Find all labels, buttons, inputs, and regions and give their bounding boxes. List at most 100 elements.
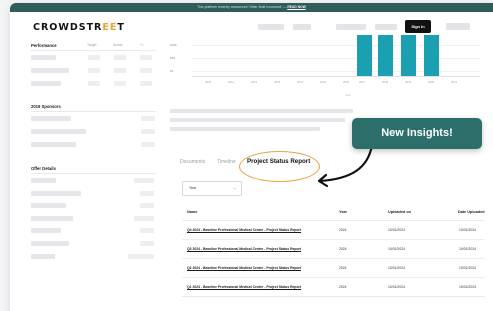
divider: [31, 111, 156, 112]
performance-col-target: Target: [87, 43, 97, 47]
performance-value: [88, 55, 100, 60]
sponsor-row-label: [31, 116, 71, 121]
logo-text-start: CROWDSTR: [33, 22, 103, 33]
row-uploaded-on: 10/01/2024: [388, 285, 405, 289]
chart-bar: [424, 35, 439, 76]
year-filter-select[interactable]: Year ⌄: [182, 181, 242, 196]
account-menu-placeholder[interactable]: [446, 23, 470, 30]
row-date-uploaded: 10/01/2024: [459, 228, 476, 232]
sponsor-row-value: [141, 116, 155, 121]
chart-xlabel: Year: [345, 93, 351, 97]
tab-timeline[interactable]: Timeline: [217, 159, 236, 165]
logo-text-accent: EE: [102, 22, 118, 33]
offer-row-label: [31, 216, 73, 221]
nav-item-placeholder[interactable]: [293, 24, 311, 30]
row-year: 2024: [339, 266, 347, 270]
performance-row-label: [31, 55, 56, 60]
logo[interactable]: CROWDSTREET: [33, 22, 125, 33]
sponsors-title: 2019 Sponsors: [31, 104, 61, 109]
offer-row-value: [140, 241, 154, 246]
logo-text-end: T: [117, 22, 125, 33]
divider: [31, 50, 156, 51]
chart-ytick: $$$$: [170, 43, 177, 47]
performance-row-label: [31, 81, 61, 86]
new-insights-callout: New Insights!: [352, 118, 482, 149]
offer-row-value: [140, 191, 154, 196]
row-date-uploaded: 10/01/2024: [459, 247, 476, 251]
chart-xtick: 2017: [359, 80, 366, 84]
performance-value: [88, 81, 100, 86]
row-uploaded-on: 10/01/2024: [388, 228, 405, 232]
row-date-uploaded: 10/01/2024: [459, 285, 476, 289]
row-year: 2024: [339, 228, 347, 232]
sponsor-row-value: [141, 142, 155, 147]
chart-xtick: 2020: [428, 80, 435, 84]
offer-row-label: [31, 228, 61, 233]
banner-text: This platform recently announced 'Other …: [197, 5, 287, 9]
chart-xtick: 2014: [297, 80, 304, 84]
chart-xtick: 2013: [274, 80, 281, 84]
chart-baseline: [192, 76, 480, 77]
performance-value: [140, 55, 152, 60]
performance-value: [140, 68, 152, 73]
offer-details-title: Offer Details: [31, 166, 56, 171]
performance-value: [114, 55, 126, 60]
description-line: [170, 127, 320, 131]
performance-title: Performance: [31, 43, 57, 48]
row-year: 2024: [339, 247, 347, 251]
description-line: [170, 118, 345, 122]
offer-row-value: [140, 228, 154, 233]
column-header-year[interactable]: Year: [339, 210, 347, 214]
table-row[interactable]: Q3 2024 - Baseline Professional Medical …: [182, 239, 485, 258]
chart-bar: [401, 35, 416, 76]
offer-row-value: [128, 254, 154, 259]
chart-xtick: 2010: [205, 80, 212, 84]
report-link[interactable]: Q3 2024 - Baseline Professional Medical …: [187, 247, 301, 251]
column-header-name[interactable]: Name: [187, 210, 197, 214]
chart-xtick: 2018: [382, 80, 389, 84]
funding-chart: $$$$ $$$ $$ 2010 2011 2012 2013 2014 201…: [170, 35, 480, 97]
divider: [182, 296, 485, 297]
performance-value: [114, 68, 126, 73]
chart-xtick: 2021: [451, 80, 458, 84]
column-header-date-uploaded[interactable]: Date Uploaded: [458, 210, 485, 214]
nav-item-placeholder[interactable]: [336, 24, 366, 30]
description-line: [170, 109, 353, 113]
chart-bar: [378, 35, 393, 76]
banner-link[interactable]: READ NOW: [287, 5, 306, 9]
chart-ytick: $$$: [170, 56, 176, 60]
report-link[interactable]: Q1 2024 - Baseline Professional Medical …: [187, 285, 301, 289]
row-uploaded-on: 10/01/2024: [388, 247, 405, 251]
table-row[interactable]: Q1 2024 - Baseline Professional Medical …: [182, 277, 485, 296]
offer-row-label: [31, 203, 66, 208]
offer-row-label: [31, 178, 56, 183]
table-row[interactable]: Q2 2024 - Baseline Professional Medical …: [182, 258, 485, 277]
sign-in-button[interactable]: Sign In: [405, 20, 431, 33]
chart-ytick: $$: [170, 69, 174, 73]
announcement-banner: This platform recently announced 'Other …: [10, 3, 493, 12]
chart-xtick: 2015: [320, 80, 327, 84]
nav-item-placeholder[interactable]: [375, 24, 397, 30]
highlight-ring: [239, 151, 320, 182]
offer-row-value: [134, 216, 154, 221]
sponsor-row-value: [141, 129, 155, 134]
performance-value: [88, 68, 100, 73]
offer-row-label: [31, 241, 69, 246]
nav-item-placeholder[interactable]: [258, 24, 284, 30]
tab-documents[interactable]: Documents: [180, 159, 205, 165]
performance-col-diff: +/-: [140, 43, 145, 47]
offer-row-value: [134, 178, 154, 183]
performance-value: [140, 81, 152, 86]
chart-xtick: 2016: [343, 80, 350, 84]
column-header-uploaded-on[interactable]: Uploaded on: [388, 210, 411, 214]
report-link[interactable]: Q4 2024 - Baseline Professional Medical …: [187, 228, 301, 232]
chart-bar: [357, 35, 372, 76]
table-row[interactable]: Q4 2024 - Baseline Professional Medical …: [182, 220, 485, 239]
chart-xtick: 2019: [405, 80, 412, 84]
offer-row-value: [140, 203, 154, 208]
divider: [31, 173, 156, 174]
app-window: This platform recently announced 'Other …: [10, 3, 493, 311]
year-filter-value: Year: [189, 186, 197, 190]
report-link[interactable]: Q2 2024 - Baseline Professional Medical …: [187, 266, 301, 270]
chevron-down-icon: ⌄: [233, 185, 237, 190]
